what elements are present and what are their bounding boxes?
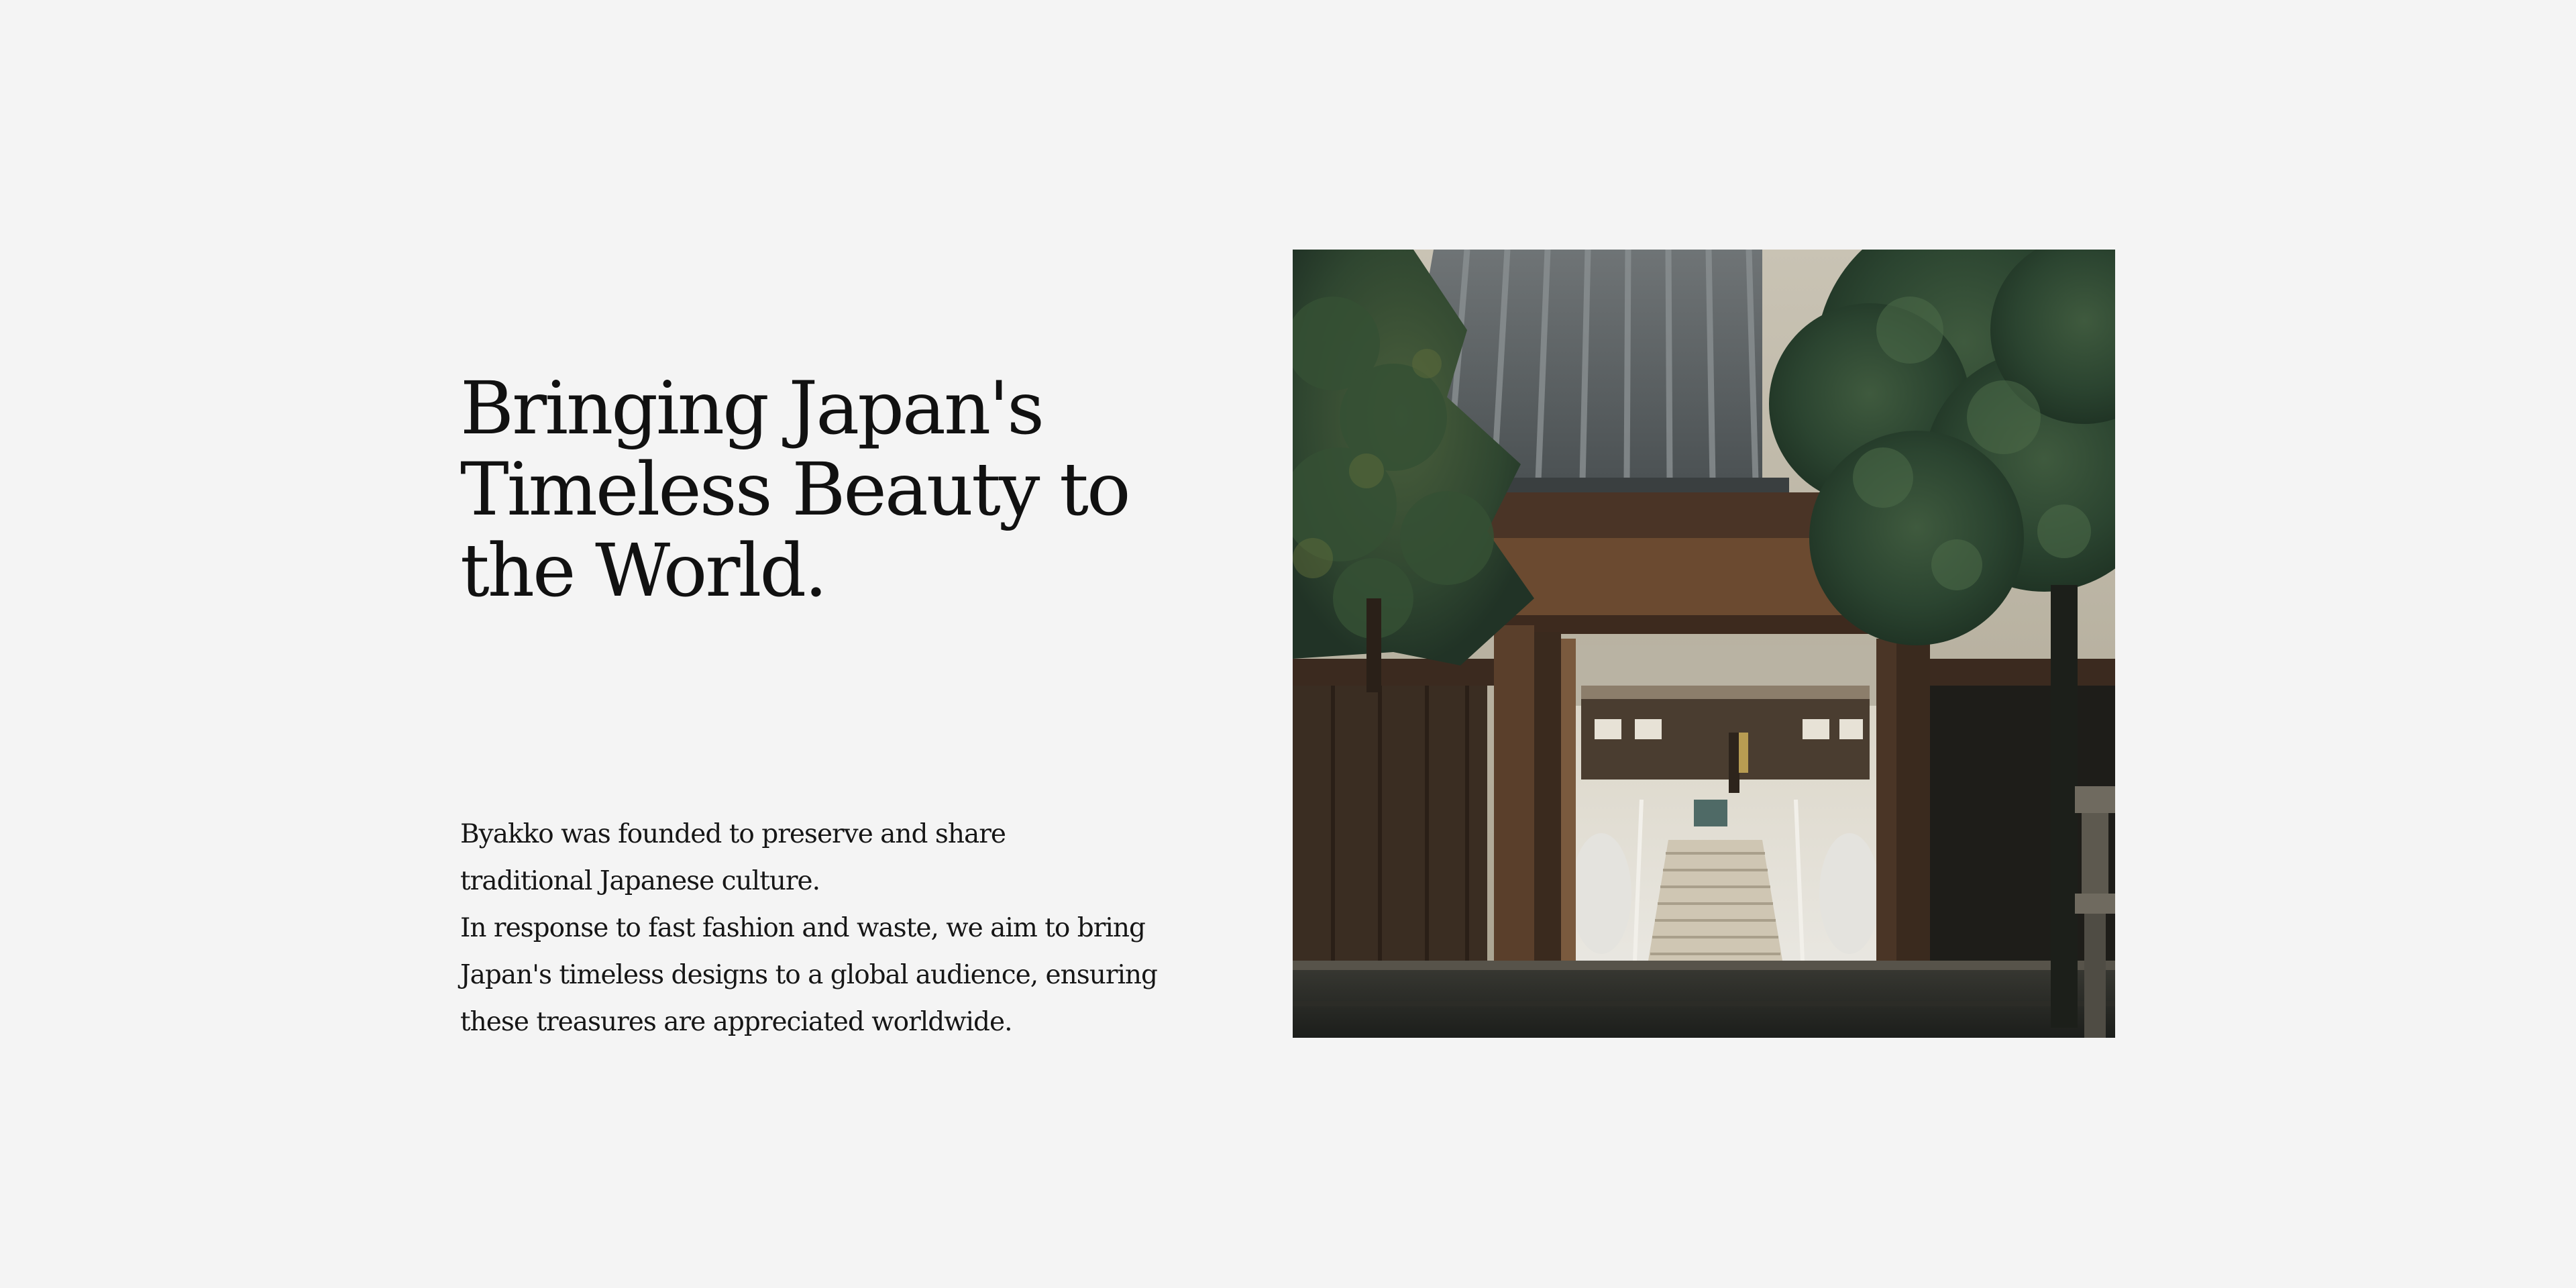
description-line: these treasures are appreciated worldwid… bbox=[460, 1007, 1012, 1037]
about-description: Byakko was founded to preserve and share… bbox=[460, 811, 1185, 1046]
temple-gate-photo bbox=[1293, 250, 2115, 1038]
headline-line: the World. bbox=[460, 528, 828, 613]
description-line: Byakko was founded to preserve and share bbox=[460, 819, 1006, 849]
headline-line: Timeless Beauty to bbox=[460, 447, 1131, 532]
about-section: Bringing Japan's Timeless Beauty to the … bbox=[0, 0, 2576, 1288]
hero-headline: Bringing Japan's Timeless Beauty to the … bbox=[460, 368, 1212, 611]
description-line: In response to fast fashion and waste, w… bbox=[460, 913, 1146, 943]
description-line: Japan's timeless designs to a global aud… bbox=[460, 960, 1158, 990]
description-line: traditional Japanese culture. bbox=[460, 866, 820, 896]
headline-line: Bringing Japan's bbox=[460, 366, 1044, 451]
